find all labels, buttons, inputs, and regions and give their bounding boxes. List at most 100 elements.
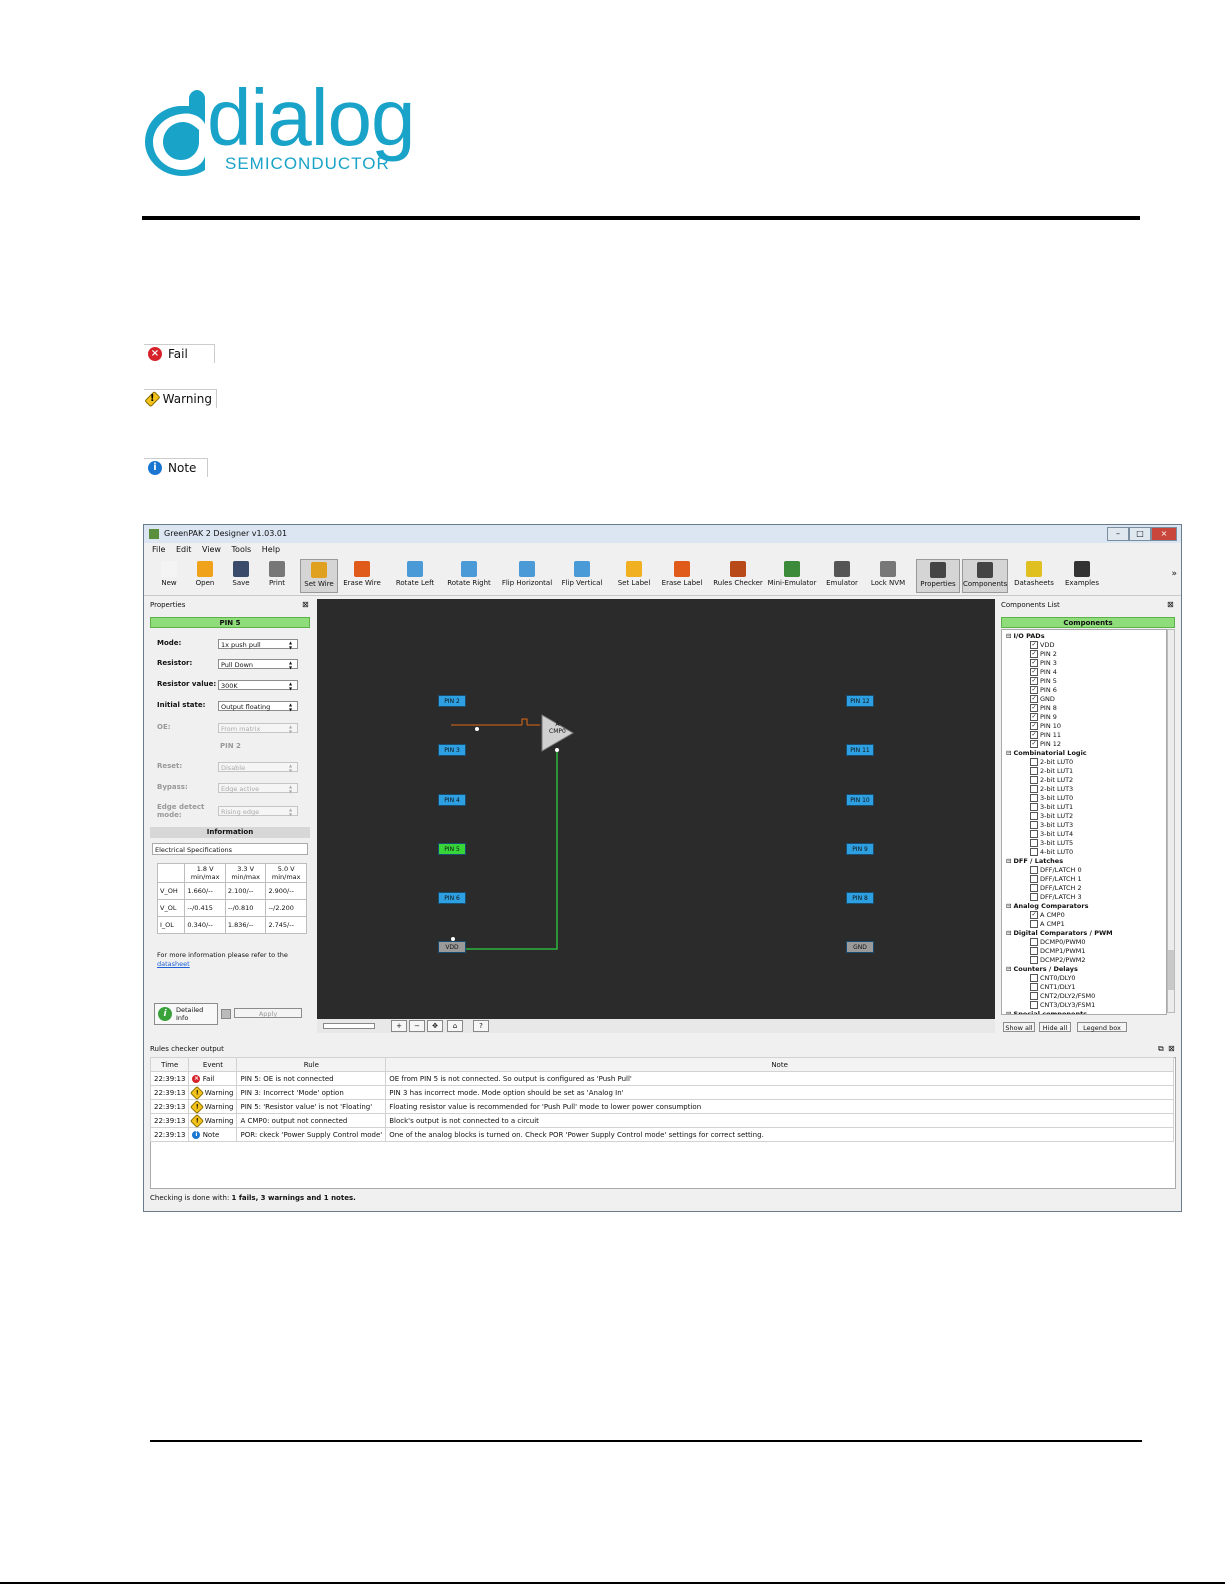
- tree-group[interactable]: ⊟ I/O PADs: [1006, 632, 1045, 640]
- close-button[interactable]: ×: [1151, 527, 1177, 541]
- tree-group[interactable]: ⊟ DFF / Latches: [1006, 857, 1063, 865]
- checkbox[interactable]: ✓: [1030, 668, 1038, 676]
- checkbox[interactable]: ✓: [1030, 677, 1038, 685]
- checkbox[interactable]: ✓: [1030, 911, 1038, 919]
- tree-item[interactable]: ✓ PIN 4: [1030, 668, 1057, 676]
- rules-row[interactable]: 22:39:13 × Fail PIN 5: OE is not connected…: [149, 1071, 1174, 1086]
- collapse-icon[interactable]: ⊟: [1006, 965, 1014, 973]
- menu-tools[interactable]: Tools: [232, 545, 252, 554]
- tree-item[interactable]: CNT0/DLY0: [1030, 974, 1076, 982]
- rules-row[interactable]: 22:39:13! Warning A CMP0: output not conn…: [149, 1113, 1174, 1128]
- collapse-icon[interactable]: ⊟: [1006, 902, 1014, 910]
- toolbar-flip-vertical-button[interactable]: Flip Vertical: [558, 559, 606, 593]
- toolbar-new-button[interactable]: New: [152, 559, 186, 593]
- tree-item[interactable]: ✓ PIN 10: [1030, 722, 1061, 730]
- hint-icon[interactable]: ?: [473, 1020, 489, 1032]
- checkbox[interactable]: [1030, 983, 1038, 991]
- tree-item[interactable]: DFF/LATCH 0: [1030, 866, 1082, 874]
- toolbar-save-button[interactable]: Save: [224, 559, 258, 593]
- col-note[interactable]: Note: [385, 1057, 1174, 1072]
- checkbox[interactable]: [1030, 992, 1038, 1000]
- close-panel-icon[interactable]: ⊠: [302, 600, 309, 609]
- checkbox[interactable]: ✓: [1030, 731, 1038, 739]
- apply-button[interactable]: Apply: [234, 1008, 302, 1018]
- canvas-pin-4[interactable]: PIN 4: [438, 794, 466, 806]
- tree-item[interactable]: DFF/LATCH 2: [1030, 884, 1082, 892]
- checkbox[interactable]: [1030, 1001, 1038, 1009]
- tree-item[interactable]: CNT1/DLY1: [1030, 983, 1076, 991]
- checkbox[interactable]: [1030, 767, 1038, 775]
- toolbar-flip-horizontal-button[interactable]: Flip Horizontal: [498, 559, 556, 593]
- checkbox[interactable]: [1030, 794, 1038, 802]
- datasheet-link[interactable]: datasheet: [157, 960, 190, 968]
- tree-item[interactable]: 2-bit LUT0: [1030, 758, 1073, 766]
- checkbox[interactable]: [1030, 821, 1038, 829]
- checkbox[interactable]: ✓: [1030, 695, 1038, 703]
- tree-item[interactable]: ✓ A CMP0: [1030, 911, 1065, 919]
- canvas-pin-11[interactable]: PIN 11: [846, 744, 874, 756]
- checkbox[interactable]: ✓: [1030, 659, 1038, 667]
- checkbox[interactable]: ✓: [1030, 713, 1038, 721]
- tree-item[interactable]: 3-bit LUT3: [1030, 821, 1073, 829]
- checkbox[interactable]: [1030, 884, 1038, 892]
- checkbox[interactable]: [1030, 830, 1038, 838]
- tree-group[interactable]: ⊟ Analog Comparators: [1006, 902, 1088, 910]
- tree-item[interactable]: DCMP2/PWM2: [1030, 956, 1086, 964]
- tree-item[interactable]: 2-bit LUT1: [1030, 767, 1073, 775]
- toolbar-more-icon[interactable]: »: [1171, 569, 1177, 579]
- toolbar-open-button[interactable]: Open: [188, 559, 222, 593]
- tree-item[interactable]: CNT3/DLY3/FSM1: [1030, 1001, 1095, 1009]
- rules-row[interactable]: 22:39:13 i Note POR: ckeck 'Power Supply C…: [149, 1127, 1174, 1142]
- fit-view-icon[interactable]: ✥: [427, 1020, 443, 1032]
- close-panel-icon[interactable]: ⊠: [1168, 1044, 1175, 1053]
- checkbox[interactable]: [1030, 956, 1038, 964]
- tree-group[interactable]: ⊟ Digital Comparators / PWM: [1006, 929, 1113, 937]
- tree-item[interactable]: ✓ GND: [1030, 695, 1055, 703]
- menu-file[interactable]: File: [152, 545, 165, 554]
- tree-item[interactable]: DFF/LATCH 1: [1030, 875, 1082, 883]
- tree-item[interactable]: ✓ PIN 9: [1030, 713, 1057, 721]
- checkbox[interactable]: [1030, 974, 1038, 982]
- mode-select[interactable]: 1x push pull: [218, 639, 298, 650]
- checkbox[interactable]: ✓: [1030, 704, 1038, 712]
- tree-group[interactable]: ⊟ Special components: [1006, 1010, 1087, 1014]
- tree-item[interactable]: ✓ PIN 8: [1030, 704, 1057, 712]
- toolbar-rules-checker-button[interactable]: Rules Checker: [712, 559, 764, 593]
- maximize-button[interactable]: □: [1129, 527, 1151, 541]
- detailed-info-button[interactable]: i Detailed Info: [154, 1003, 218, 1025]
- tree-item[interactable]: ✓ PIN 6: [1030, 686, 1057, 694]
- tree-item[interactable]: 3-bit LUT1: [1030, 803, 1073, 811]
- tree-group[interactable]: ⊟ Combinatorial Logic: [1006, 749, 1087, 757]
- menu-edit[interactable]: Edit: [176, 545, 192, 554]
- checkbox[interactable]: [1030, 803, 1038, 811]
- checkbox[interactable]: [1030, 812, 1038, 820]
- hide-all-button[interactable]: Hide all: [1039, 1022, 1071, 1032]
- checkbox[interactable]: ✓: [1030, 740, 1038, 748]
- zoom-out-icon[interactable]: −: [409, 1020, 425, 1032]
- minimize-button[interactable]: –: [1107, 527, 1129, 541]
- canvas-pin-8[interactable]: PIN 8: [846, 892, 874, 904]
- tree-item[interactable]: 2-bit LUT3: [1030, 785, 1073, 793]
- toolbar-print-button[interactable]: Print: [260, 559, 294, 593]
- tree-item[interactable]: DCMP0/PWM0: [1030, 938, 1086, 946]
- tree-item[interactable]: DFF/LATCH 3: [1030, 893, 1082, 901]
- tree-group[interactable]: ⊟ Counters / Delays: [1006, 965, 1078, 973]
- tree-item[interactable]: 3-bit LUT2: [1030, 812, 1073, 820]
- collapse-icon[interactable]: ⊟: [1006, 749, 1014, 757]
- toolbar-emulator-button[interactable]: Emulator: [820, 559, 864, 593]
- toolbar-components-button[interactable]: Components: [962, 559, 1008, 593]
- rules-row[interactable]: 22:39:13! Warning PIN 3: Incorrect 'Mode'…: [149, 1085, 1174, 1100]
- show-all-button[interactable]: Show all: [1003, 1022, 1035, 1032]
- tree-item[interactable]: CNT2/DLY2/FSM0: [1030, 992, 1095, 1000]
- toolbar-lock-nvm-button[interactable]: Lock NVM: [866, 559, 910, 593]
- resistor-value-select[interactable]: 300K: [218, 680, 298, 691]
- tree-item[interactable]: ✓ VDD: [1030, 641, 1054, 649]
- canvas-pin-9[interactable]: PIN 9: [846, 843, 874, 855]
- collapse-icon[interactable]: ⊟: [1006, 1010, 1014, 1014]
- checkbox[interactable]: ✓: [1030, 641, 1038, 649]
- toolbar-set-label-button[interactable]: Set Label: [612, 559, 656, 593]
- checkbox[interactable]: [1030, 848, 1038, 856]
- float-panel-icon[interactable]: ⧉: [1158, 1044, 1164, 1054]
- toolbar-properties-button[interactable]: Properties: [916, 559, 960, 593]
- toolbar-mini-emulator-button[interactable]: Mini-Emulator: [766, 559, 818, 593]
